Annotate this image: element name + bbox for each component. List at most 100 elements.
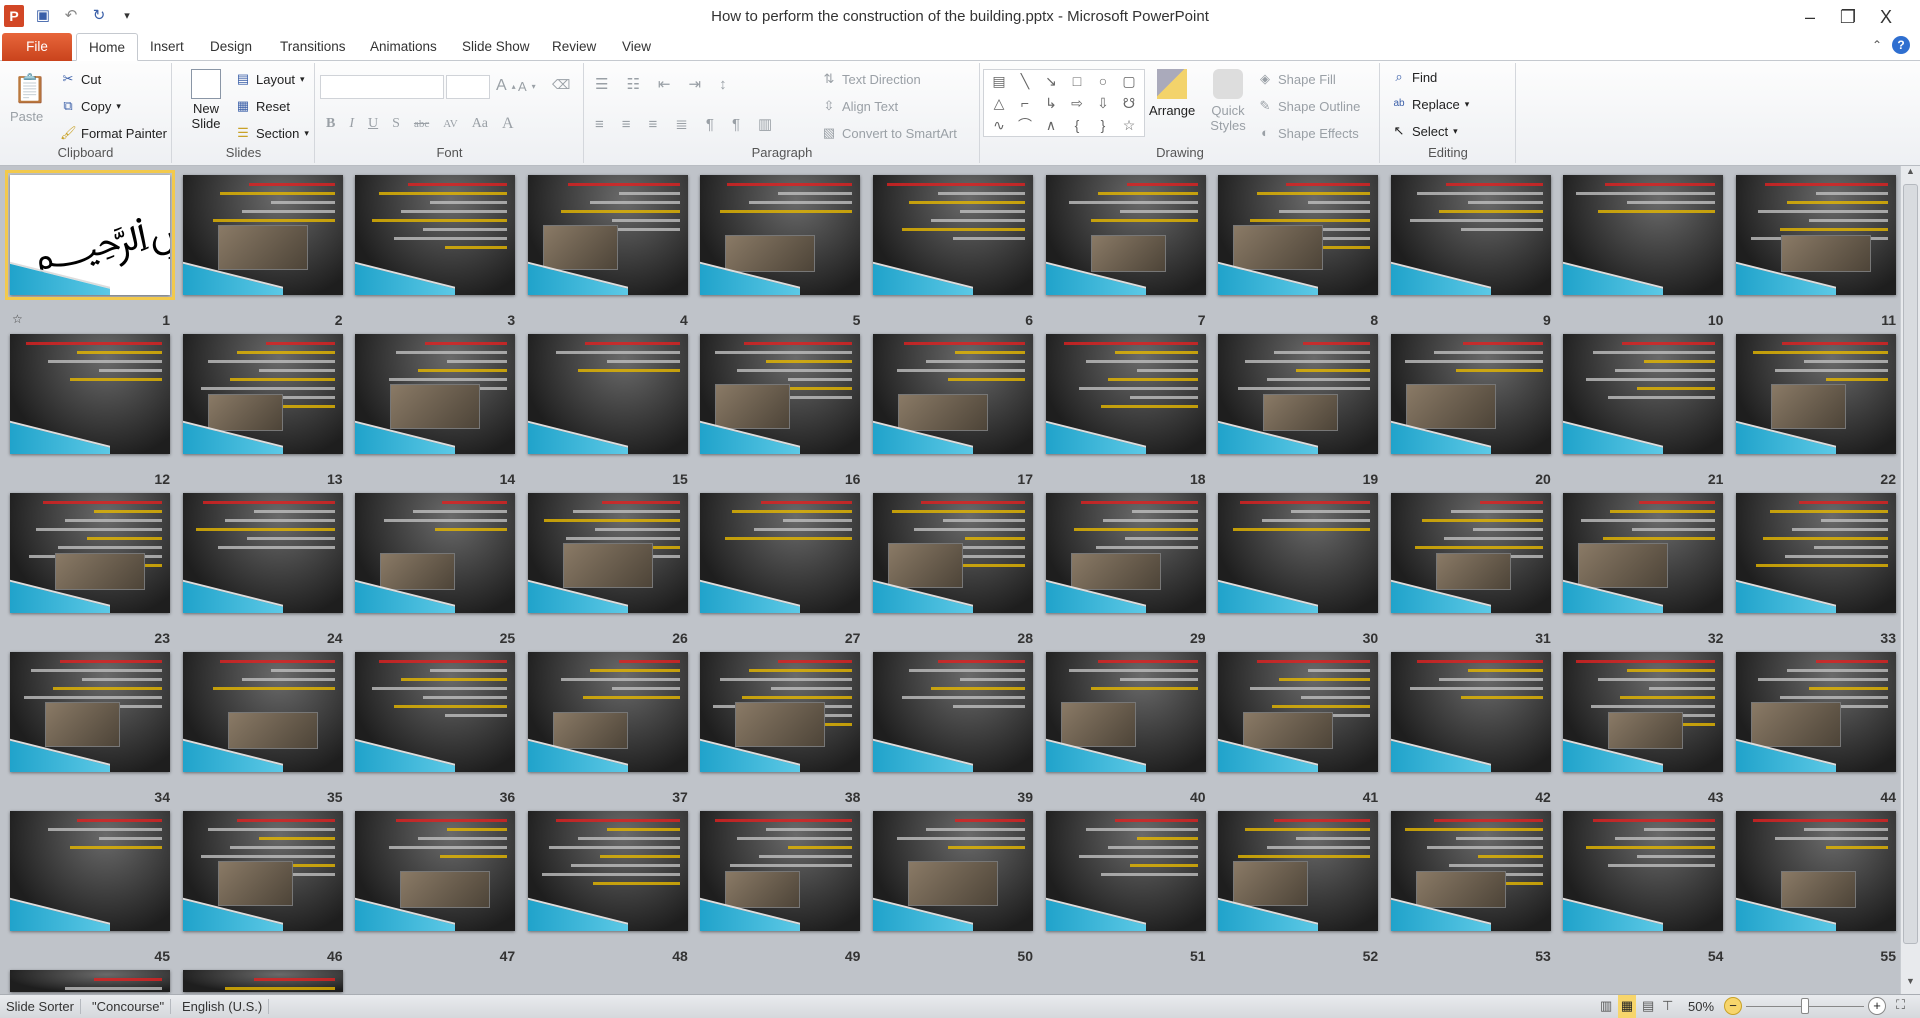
shrink-font-button[interactable]: A ▾ <box>518 79 536 94</box>
slide-thumbnail[interactable] <box>1563 334 1724 454</box>
slide-thumbnail[interactable] <box>527 811 688 931</box>
slide-show-icon[interactable]: ⊤ <box>1662 998 1673 1014</box>
slide-thumbnail[interactable] <box>527 334 688 454</box>
increase-indent-icon[interactable]: ⇥ <box>688 75 701 93</box>
font-size-dropdown[interactable] <box>446 75 490 99</box>
line-spacing-icon[interactable]: ↕ <box>719 76 727 93</box>
tab-review[interactable]: Review <box>540 33 608 61</box>
new-slide-button[interactable]: New Slide <box>183 69 229 131</box>
copy-button[interactable]: ⧉ Copy ▾ <box>60 98 121 114</box>
slide-thumbnail[interactable] <box>873 175 1033 295</box>
decrease-indent-icon[interactable]: ⇤ <box>658 75 671 93</box>
slide-thumbnail[interactable] <box>1045 175 1206 295</box>
shadow-button[interactable]: S <box>392 116 400 132</box>
shape-icon[interactable]: { <box>1064 114 1090 136</box>
slide-thumbnail[interactable] <box>527 652 688 772</box>
slide-thumbnail[interactable] <box>1390 652 1551 772</box>
slide-thumbnail[interactable] <box>1390 493 1551 613</box>
slide-thumbnail[interactable] <box>527 493 688 613</box>
slide-thumbnail[interactable] <box>1736 811 1896 931</box>
normal-view-icon[interactable]: ▥ <box>1600 998 1612 1014</box>
slide-thumbnail[interactable] <box>355 493 516 613</box>
tab-design[interactable]: Design <box>198 33 264 61</box>
slide-thumbnail[interactable] <box>1736 334 1896 454</box>
format-painter-button[interactable]: 🖌 Format Painter <box>60 125 167 141</box>
minimize-ribbon-icon[interactable]: ⌃ <box>1872 38 1882 52</box>
tab-slide-show[interactable]: Slide Show <box>450 33 542 61</box>
slide-thumbnail[interactable] <box>10 811 170 931</box>
zoom-slider-thumb[interactable] <box>1801 998 1809 1014</box>
zoom-slider[interactable] <box>1746 998 1864 1014</box>
slide-thumbnail[interactable] <box>182 811 343 931</box>
slide-thumbnail[interactable] <box>1045 334 1206 454</box>
fit-to-window-icon[interactable]: ⛶ <box>1896 997 1905 1013</box>
clear-formatting-icon[interactable]: ⌫ <box>552 77 570 93</box>
tab-view[interactable]: View <box>610 33 663 61</box>
quick-styles-button[interactable]: Quick Styles <box>1205 69 1251 133</box>
shape-icon[interactable]: ∧ <box>1038 114 1064 136</box>
slide-thumbnail[interactable] <box>355 175 516 295</box>
align-right-icon[interactable]: ≡ <box>649 116 658 133</box>
shape-icon[interactable]: } <box>1090 114 1116 136</box>
language-status[interactable]: English (U.S.) <box>176 999 270 1014</box>
slide-thumbnail[interactable] <box>1736 652 1896 772</box>
zoom-in-button[interactable]: + <box>1868 997 1886 1015</box>
slide-thumbnail[interactable] <box>1736 175 1896 295</box>
ltr-icon[interactable]: ¶ <box>706 116 714 133</box>
shape-icon[interactable]: ↳ <box>1038 92 1064 114</box>
slide-thumbnail[interactable] <box>182 493 343 613</box>
scroll-down-icon[interactable]: ▼ <box>1901 976 1920 994</box>
slide-sorter-view-icon[interactable]: ▦ <box>1618 995 1636 1018</box>
slide-thumbnail[interactable] <box>1390 334 1551 454</box>
shape-icon[interactable]: ○ <box>1090 70 1116 92</box>
shape-icon[interactable]: △ <box>986 92 1012 114</box>
slide-thumbnail[interactable] <box>355 652 516 772</box>
tab-home[interactable]: Home <box>76 33 139 61</box>
zoom-level[interactable]: 50% <box>1688 999 1714 1014</box>
slide-thumbnail[interactable] <box>1045 493 1206 613</box>
cut-button[interactable]: ✂ Cut <box>60 71 102 87</box>
scroll-up-icon[interactable]: ▲ <box>1901 166 1920 184</box>
bullets-icon[interactable]: ☰ <box>595 75 608 93</box>
slide-thumbnail[interactable] <box>182 334 343 454</box>
slide-thumbnail[interactable] <box>873 493 1033 613</box>
shape-icon[interactable]: ∿ <box>986 114 1012 136</box>
slide-thumbnail[interactable] <box>10 334 170 454</box>
shape-icon[interactable]: ⌐ <box>1012 92 1038 114</box>
paste-button[interactable]: 📋 Paste <box>10 71 48 124</box>
reading-view-icon[interactable]: ▤ <box>1642 998 1654 1014</box>
slide-thumbnail[interactable] <box>182 652 343 772</box>
shape-icon[interactable]: ⇨ <box>1064 92 1090 114</box>
font-name-dropdown[interactable] <box>320 75 444 99</box>
underline-button[interactable]: U <box>368 116 378 132</box>
character-spacing-button[interactable]: AV <box>443 118 457 130</box>
slide-thumbnail[interactable] <box>1390 175 1551 295</box>
vertical-scrollbar[interactable]: ▲ ▼ <box>1900 166 1920 994</box>
shape-icon[interactable]: ⇩ <box>1090 92 1116 114</box>
align-left-icon[interactable]: ≡ <box>595 116 604 133</box>
columns-icon[interactable]: ▥ <box>758 115 772 133</box>
align-text-button[interactable]: ⇳ Align Text <box>821 98 899 114</box>
slide-thumbnail[interactable] <box>700 334 861 454</box>
arrange-button[interactable]: Arrange <box>1149 69 1195 118</box>
shape-icon[interactable]: ⌒ <box>1012 114 1038 136</box>
slide-thumbnail[interactable] <box>700 652 861 772</box>
italic-button[interactable]: I <box>349 116 354 132</box>
slide-thumbnail[interactable] <box>1045 652 1206 772</box>
tab-file[interactable]: File <box>2 33 72 61</box>
slide-thumbnail[interactable] <box>1218 175 1379 295</box>
font-color-button[interactable]: A <box>502 115 514 133</box>
minimize-button[interactable]: – <box>1790 4 1830 30</box>
slide-thumbnail[interactable] <box>700 493 861 613</box>
tab-insert[interactable]: Insert <box>138 33 196 61</box>
slide-thumbnail[interactable] <box>182 970 343 992</box>
theme-status[interactable]: "Concourse" <box>86 999 172 1014</box>
shape-outline-button[interactable]: ✎ Shape Outline <box>1257 98 1361 114</box>
slide-thumbnail[interactable] <box>10 970 170 992</box>
replace-button[interactable]: ab Replace ▾ <box>1391 96 1469 112</box>
help-icon[interactable]: ? <box>1892 36 1910 54</box>
shape-icon[interactable]: □ <box>1064 70 1090 92</box>
change-case-button[interactable]: Aa <box>472 116 488 132</box>
shape-icon[interactable]: ╲ <box>1012 70 1038 92</box>
restore-button[interactable]: ❐ <box>1828 4 1868 30</box>
